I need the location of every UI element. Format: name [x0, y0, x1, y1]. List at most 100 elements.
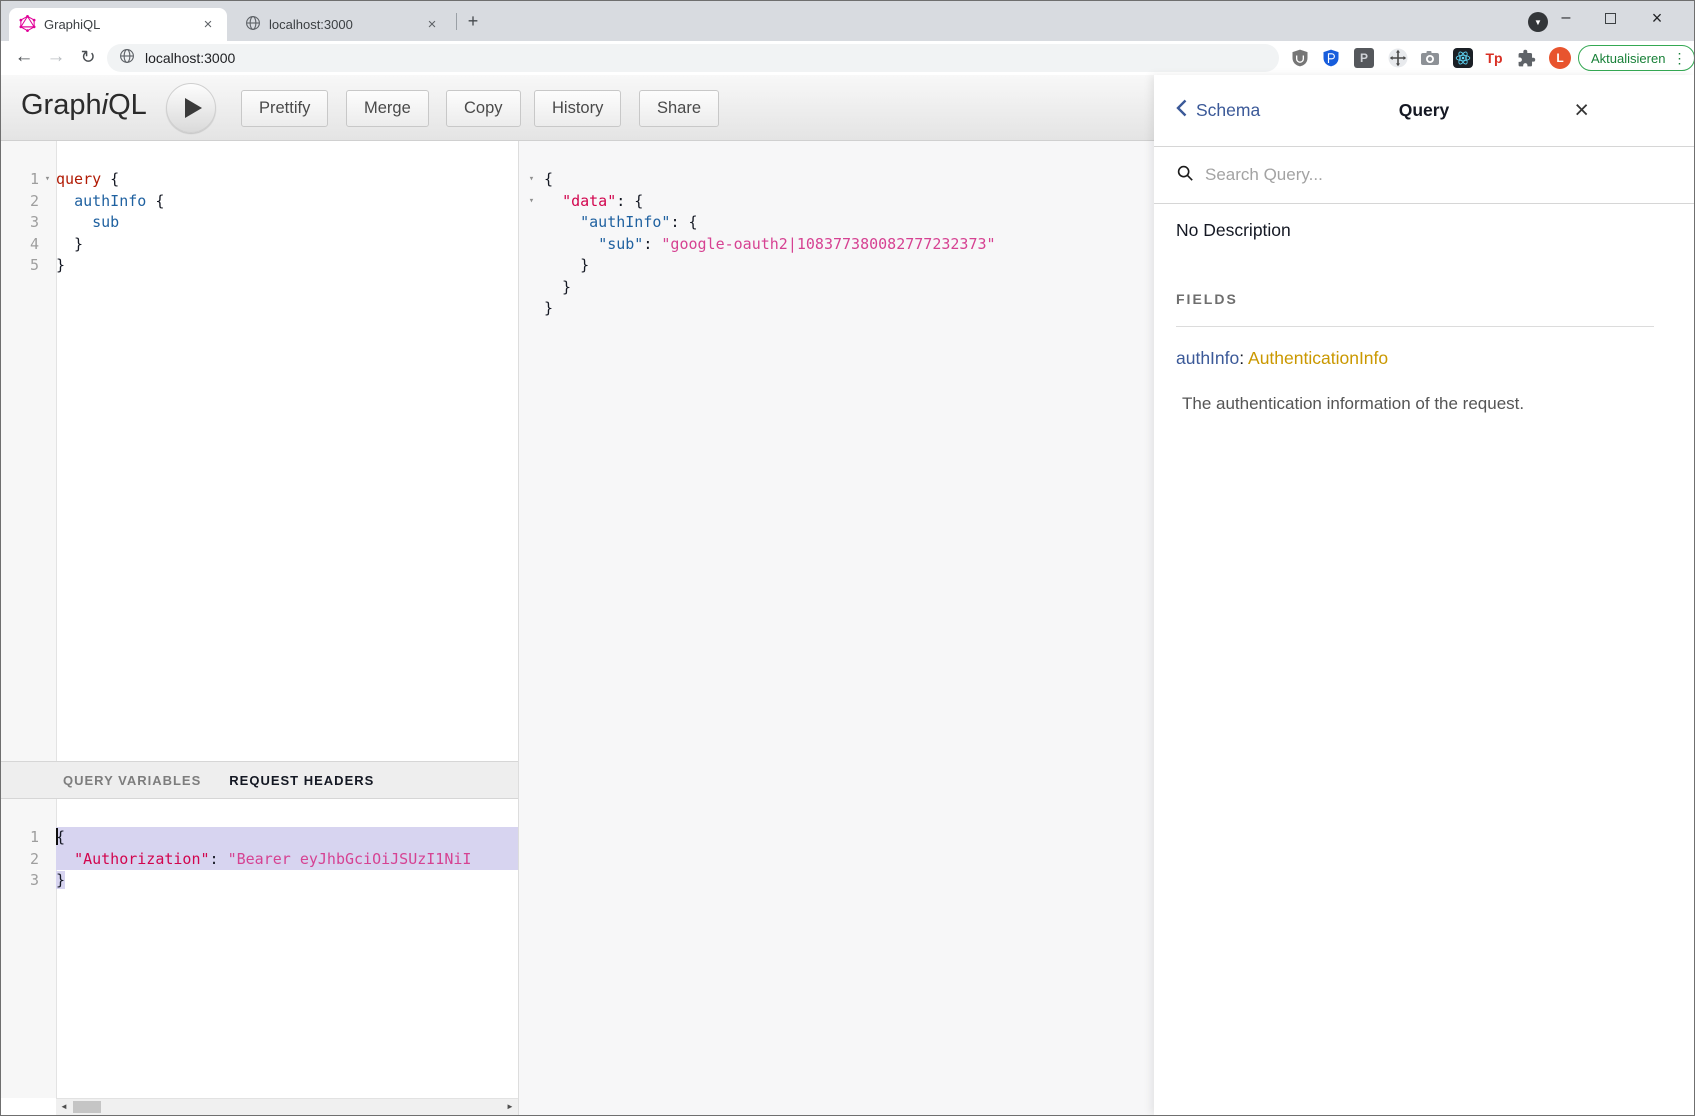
- query-editor[interactable]: 1 ▾ query { 2 authInfo { 3 sub 4: [1, 141, 518, 761]
- maximize-icon: [1605, 13, 1616, 24]
- code-line[interactable]: "authInfo": {: [519, 212, 1154, 234]
- code-line[interactable]: "sub": "google-oauth2|108377380082777232…: [519, 234, 1154, 256]
- code-line[interactable]: 2 authInfo {: [1, 191, 518, 213]
- execute-query-button[interactable]: [166, 83, 216, 133]
- line-number: 1: [1, 169, 39, 191]
- tab-close-button[interactable]: ×: [423, 16, 441, 34]
- forward-button[interactable]: →: [41, 42, 71, 72]
- doc-explorer-header: Schema Query ×: [1154, 75, 1694, 147]
- p-extension-icon[interactable]: P: [1354, 48, 1374, 68]
- code-line[interactable]: }: [519, 255, 1154, 277]
- code-line[interactable]: 3 sub: [1, 212, 518, 234]
- bitwarden-extension-icon[interactable]: [1321, 48, 1341, 68]
- code-line[interactable]: }: [519, 298, 1154, 320]
- fold-arrow-icon[interactable]: ▾: [519, 169, 544, 191]
- p-extension-glyph: P: [1354, 48, 1374, 68]
- merge-button[interactable]: Merge: [346, 90, 429, 127]
- doc-search-row: [1154, 147, 1694, 204]
- maximize-button[interactable]: [1590, 1, 1630, 35]
- tab-query-variables[interactable]: QUERY VARIABLES: [63, 773, 201, 788]
- field-description: The authentication information of the re…: [1176, 394, 1654, 414]
- doc-explorer-panel: Schema Query × No Description FIELDS aut…: [1154, 75, 1694, 1115]
- line-number: 4: [1, 234, 39, 256]
- browser-toolbar: ← → ↻ localhost:3000 P: [1, 41, 1694, 75]
- fold-arrow-icon[interactable]: ▾: [39, 169, 56, 191]
- field-separator: :: [1239, 348, 1244, 368]
- field-row: authInfo: AuthenticationInfo: [1176, 348, 1654, 369]
- line-number: 3: [1, 870, 39, 892]
- graphql-logo-icon: [19, 15, 36, 35]
- code-line[interactable]: ▾ {: [519, 169, 1154, 191]
- search-icon: [1176, 164, 1194, 187]
- chrome-menu-kebab-icon[interactable]: ⋮: [1672, 50, 1686, 67]
- line-number: 1: [1, 827, 39, 849]
- line-number: 5: [1, 255, 39, 277]
- graphiql-topbar: GraphiQL Prettify Merge Copy History Sha…: [1, 75, 1154, 141]
- code-line[interactable]: 5 }: [1, 255, 518, 277]
- tab-close-button[interactable]: ×: [199, 16, 217, 34]
- line-number: 2: [1, 849, 39, 871]
- doc-title: Query: [1154, 100, 1694, 121]
- fields-divider: [1176, 326, 1654, 327]
- fields-heading: FIELDS: [1176, 291, 1654, 307]
- line-number: 3: [1, 212, 39, 234]
- secondary-editor-tabbar: QUERY VARIABLES REQUEST HEADERS: [1, 761, 518, 799]
- code-line[interactable]: ▾ "data": {: [519, 191, 1154, 213]
- scrollbar-right-arrow-icon[interactable]: ►: [502, 1099, 518, 1115]
- address-url[interactable]: localhost:3000: [145, 50, 235, 66]
- move-tool-extension-icon[interactable]: [1388, 48, 1408, 68]
- ublock-extension-icon[interactable]: [1290, 48, 1310, 68]
- result-pane: ▾ { ▾ "data": { "authInfo": { "sub": "go…: [519, 141, 1154, 1115]
- tab-title: GraphiQL: [44, 17, 191, 32]
- field-type-link[interactable]: AuthenticationInfo: [1248, 348, 1388, 368]
- copy-button[interactable]: Copy: [446, 90, 521, 127]
- code-line[interactable]: 1 ▾ query {: [1, 169, 518, 191]
- history-button[interactable]: History: [534, 90, 621, 127]
- result-viewer[interactable]: ▾ { ▾ "data": { "authInfo": { "sub": "go…: [519, 141, 1154, 320]
- tab-graphiql[interactable]: GraphiQL ×: [9, 8, 227, 41]
- browser-window: GraphiQL × localhost:3000 × + ▼ – × ← → …: [0, 0, 1695, 1116]
- update-chrome-label: Aktualisieren: [1591, 51, 1665, 66]
- scrollbar-left-arrow-icon[interactable]: ◄: [56, 1099, 72, 1115]
- camera-extension-icon[interactable]: [1420, 48, 1440, 68]
- line-number: 2: [1, 191, 39, 213]
- code-line[interactable]: 3 }: [1, 870, 518, 892]
- share-button[interactable]: Share: [639, 90, 719, 127]
- chrome-update-badge[interactable]: ▼: [1528, 12, 1548, 32]
- globe-icon: [245, 15, 261, 34]
- reload-button[interactable]: ↻: [73, 42, 103, 72]
- site-globe-icon: [119, 48, 135, 69]
- tp-extension-icon[interactable]: Tp: [1484, 48, 1504, 68]
- play-icon: [185, 98, 202, 118]
- query-editor-pane: 1 ▾ query { 2 authInfo { 3 sub 4: [1, 141, 519, 1115]
- update-chrome-button[interactable]: Aktualisieren ⋮: [1578, 45, 1695, 71]
- tab-request-headers[interactable]: REQUEST HEADERS: [229, 773, 374, 788]
- request-headers-editor[interactable]: 1 { 2 "Authorization": "Bearer eyJhbGciO…: [1, 799, 518, 1098]
- address-bar[interactable]: localhost:3000: [107, 44, 1279, 72]
- horizontal-scrollbar[interactable]: ◄ ►: [56, 1098, 518, 1115]
- graphiql-logo: GraphiQL: [21, 89, 147, 122]
- minimize-button[interactable]: –: [1546, 1, 1586, 35]
- new-tab-button[interactable]: +: [462, 11, 484, 33]
- extensions-puzzle-icon[interactable]: [1516, 48, 1536, 68]
- tab-localhost[interactable]: localhost:3000 ×: [235, 8, 451, 41]
- code-line[interactable]: 4 }: [1, 234, 518, 256]
- code-line[interactable]: }: [519, 277, 1154, 299]
- tab-divider: [456, 13, 457, 30]
- fold-arrow-icon[interactable]: ▾: [519, 191, 544, 213]
- scrollbar-thumb[interactable]: [73, 1101, 101, 1113]
- back-button[interactable]: ←: [9, 42, 39, 72]
- tab-strip: GraphiQL × localhost:3000 × + ▼ – ×: [1, 1, 1694, 41]
- react-devtools-extension-icon[interactable]: [1453, 48, 1473, 68]
- window-close-button[interactable]: ×: [1637, 1, 1677, 35]
- code-line[interactable]: 2 "Authorization": "Bearer eyJhbGciOiJSU…: [1, 849, 518, 871]
- doc-close-button[interactable]: ×: [1574, 97, 1589, 123]
- prettify-button[interactable]: Prettify: [241, 90, 328, 127]
- graphiql-app: GraphiQL Prettify Merge Copy History Sha…: [1, 75, 1694, 1115]
- code-line[interactable]: 1 {: [1, 827, 518, 849]
- profile-avatar[interactable]: L: [1549, 47, 1571, 69]
- field-name-link[interactable]: authInfo: [1176, 348, 1239, 368]
- tab-title: localhost:3000: [269, 17, 415, 32]
- type-description: No Description: [1176, 220, 1654, 241]
- doc-search-input[interactable]: [1205, 165, 1505, 185]
